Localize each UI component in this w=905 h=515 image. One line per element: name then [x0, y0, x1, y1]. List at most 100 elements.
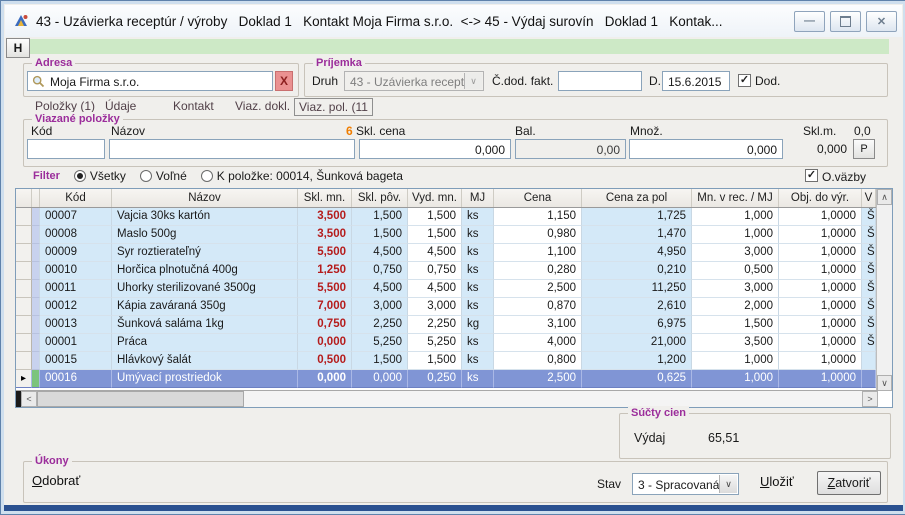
close-window-button[interactable]: Zatvoriť: [817, 471, 881, 495]
vertical-scrollbar[interactable]: ∧ ∨: [876, 189, 892, 391]
column-header-skl_pov[interactable]: Skl. pôv.: [352, 189, 408, 207]
table-row[interactable]: 00009Syr roztierateľný5,5004,5004,500ks1…: [16, 244, 892, 262]
sklm-top-value: 0,0: [854, 124, 871, 138]
kod-input[interactable]: [27, 139, 105, 159]
column-header-skl_mn[interactable]: Skl. mn.: [298, 189, 352, 207]
radio-icon[interactable]: [140, 170, 152, 182]
column-header-obj_do_vyr[interactable]: Obj. do výr.: [779, 189, 862, 207]
cell-cena: 1,100: [494, 244, 582, 262]
dod-checkbox[interactable]: ✓: [738, 74, 751, 87]
tab-4[interactable]: Viaz. dokl.: [231, 98, 294, 114]
save-button[interactable]: Uložiť: [760, 474, 794, 489]
cell-nazov: Horčica plnotučná 400g: [112, 262, 298, 280]
filter-option-2[interactable]: Voľné: [140, 169, 187, 183]
h-button[interactable]: H: [6, 38, 30, 58]
filter-option-3[interactable]: K položke: 00014, Šunková bageta: [201, 169, 403, 183]
column-header-cena_za_pol[interactable]: Cena za pol: [582, 189, 692, 207]
cell-mn_v_rec: 3,500: [692, 334, 779, 352]
column-header-nazov[interactable]: Názov: [112, 189, 298, 207]
kod-label: Kód: [31, 124, 52, 138]
nazov-label: Názov: [111, 124, 145, 138]
date-input[interactable]: 15.6.2015: [662, 71, 730, 91]
cell-v: [862, 352, 876, 370]
filter-option-1[interactable]: Všetky: [74, 169, 126, 183]
chevron-down-icon: ∨: [464, 73, 482, 89]
table-row[interactable]: 00011Uhorky sterilizované 3500g5,5004,50…: [16, 280, 892, 298]
column-header-kod[interactable]: Kód: [40, 189, 112, 207]
table-row[interactable]: 00001Práca0,0005,2505,250ks4,00021,0003,…: [16, 334, 892, 352]
column-header-v[interactable]: V: [862, 189, 876, 207]
cell-obj_do_vyr: 1,0000: [779, 280, 862, 298]
filter-option-label: Všetky: [90, 169, 126, 183]
cell-v: Š: [862, 316, 876, 334]
bal-field: 0,00: [515, 139, 626, 159]
scroll-up-icon[interactable]: ∧: [877, 189, 892, 205]
cell-skl_mn: 5,500: [298, 280, 352, 298]
vydaj-label: Výdaj: [634, 431, 665, 445]
table-row[interactable]: 00010Horčica plnotučná 400g1,2500,7500,7…: [16, 262, 892, 280]
cell-vyd_mn: 2,250: [408, 316, 462, 334]
horizontal-scrollbar[interactable]: < >: [16, 390, 878, 407]
cdod-input[interactable]: [558, 71, 642, 91]
close-button[interactable]: ✕: [866, 11, 897, 32]
cell-nazov: Kápia zaváraná 350g: [112, 298, 298, 316]
scroll-right-icon[interactable]: >: [862, 391, 878, 407]
scroll-left-icon[interactable]: <: [21, 391, 37, 407]
cell-mj: ks: [462, 244, 494, 262]
scroll-down-icon[interactable]: ∨: [877, 375, 892, 391]
table-row[interactable]: 00007Vajcia 30ks kartón3,5001,5001,500ks…: [16, 208, 892, 226]
p-button[interactable]: P: [853, 139, 875, 159]
cell-skl_pov: 4,500: [352, 244, 408, 262]
cell-mj: ks: [462, 370, 494, 388]
minimize-button[interactable]: —: [794, 11, 825, 32]
cell-skl_mn: 7,000: [298, 298, 352, 316]
table-row[interactable]: 00013Šunková saláma 1kg0,7502,2502,250kg…: [16, 316, 892, 334]
table-row[interactable]: 00015Hlávkový šalát0,5001,5001,500ks0,80…: [16, 352, 892, 370]
cell-skl_mn: 5,500: [298, 244, 352, 262]
cell-mn_v_rec: 1,000: [692, 352, 779, 370]
filter-option-label: K položke: 00014, Šunková bageta: [217, 169, 403, 183]
row-status-strip: [32, 334, 40, 352]
address-field[interactable]: Moja Firma s.r.o.: [27, 71, 273, 91]
cell-mj: ks: [462, 298, 494, 316]
table-row[interactable]: 00016Umývací prostriedok0,0000,0000,250k…: [16, 370, 892, 388]
status-combobox[interactable]: 3 - Spracovaná ∨: [632, 473, 739, 495]
column-header-vyd_mn[interactable]: Vyd. mn.: [408, 189, 462, 207]
cell-kod: 00011: [40, 280, 112, 298]
druh-value: 43 - Uzávierka receptúr /: [350, 75, 481, 89]
cell-mn_v_rec: 1,000: [692, 370, 779, 388]
scrollbar-thumb[interactable]: [37, 391, 244, 407]
title-bar[interactable]: 43 - Uzávierka receptúr / výroby Doklad …: [5, 5, 902, 37]
cell-cena: 0,870: [494, 298, 582, 316]
cell-cena_za_pol: 4,950: [582, 244, 692, 262]
maximize-button[interactable]: [830, 11, 861, 32]
table-row[interactable]: 00008Maslo 500g3,5001,5001,500ks0,9801,4…: [16, 226, 892, 244]
table-row[interactable]: 00012Kápia zaváraná 350g7,0003,0003,000k…: [16, 298, 892, 316]
clear-address-button[interactable]: X: [275, 71, 293, 91]
nazov-input[interactable]: [109, 139, 355, 159]
cell-vyd_mn: 0,750: [408, 262, 462, 280]
mnoz-input[interactable]: 0,000: [629, 139, 783, 159]
cell-vyd_mn: 1,500: [408, 226, 462, 244]
druh-combobox[interactable]: 43 - Uzávierka receptúr / ∨: [344, 71, 484, 91]
tab-3[interactable]: Kontakt: [169, 98, 218, 114]
radio-icon[interactable]: [201, 170, 213, 182]
search-icon[interactable]: [32, 75, 45, 88]
column-header-cena[interactable]: Cena: [494, 189, 582, 207]
cell-kod: 00016: [40, 370, 112, 388]
cell-mn_v_rec: 1,000: [692, 208, 779, 226]
cell-obj_do_vyr: 1,0000: [779, 208, 862, 226]
tab-5[interactable]: Viaz. pol. (11: [294, 98, 373, 116]
radio-icon[interactable]: [74, 170, 86, 182]
row-indicator: [16, 334, 32, 352]
row-status-strip: [32, 352, 40, 370]
remove-button[interactable]: Odobrať: [32, 473, 80, 488]
skl-cena-input[interactable]: 0,000: [359, 139, 511, 159]
ovazby-checkbox[interactable]: ✓: [805, 169, 818, 182]
cell-skl_mn: 3,500: [298, 208, 352, 226]
mnoz-label: Množ.: [630, 124, 663, 138]
cell-vyd_mn: 0,250: [408, 370, 462, 388]
column-header-mn_v_rec[interactable]: Mn. v rec. / MJ: [692, 189, 779, 207]
cell-mj: kg: [462, 316, 494, 334]
column-header-mj[interactable]: MJ: [462, 189, 494, 207]
